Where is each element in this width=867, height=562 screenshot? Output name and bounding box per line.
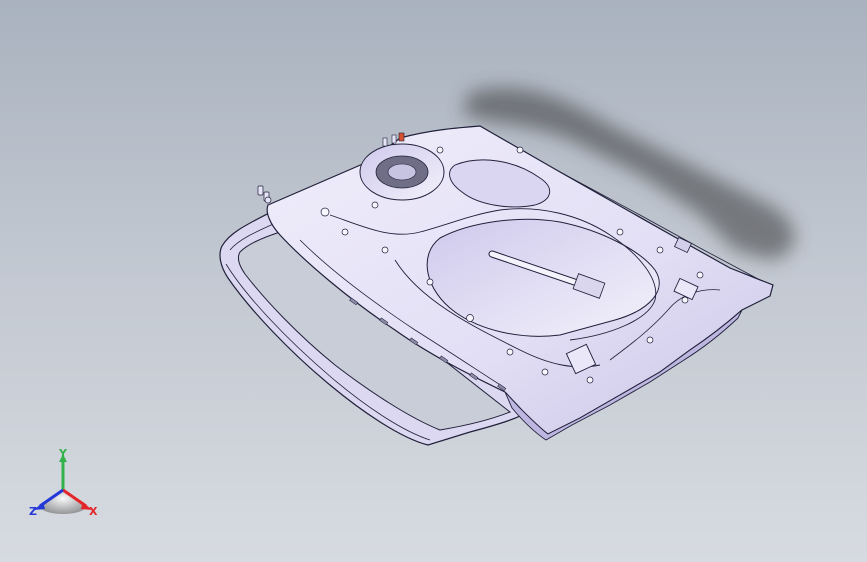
z-axis-label: Z xyxy=(29,505,37,518)
x-axis-label: X xyxy=(89,505,98,518)
view-orientation-triad[interactable]: Y X Z xyxy=(26,448,106,524)
loose-bolts[interactable] xyxy=(257,185,272,204)
y-axis-label: Y xyxy=(59,447,67,460)
graphics-viewport[interactable]: Y X Z xyxy=(0,0,867,562)
car-door-model[interactable] xyxy=(0,0,867,562)
speaker-center xyxy=(387,163,417,181)
